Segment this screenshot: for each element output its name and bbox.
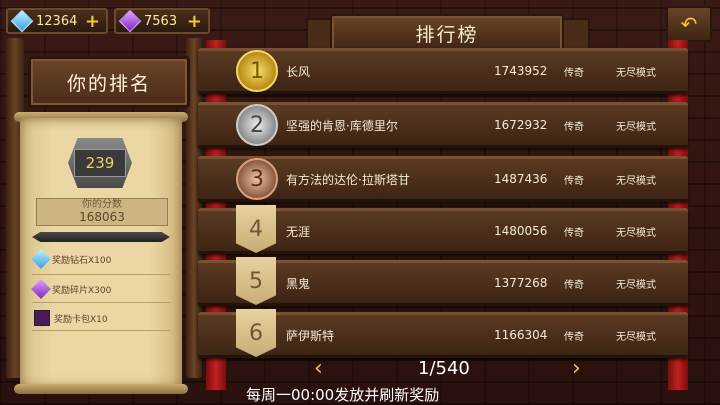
diamond-icon xyxy=(31,249,51,269)
player-tier: 传奇 xyxy=(564,331,584,343)
back-button[interactable]: ↶ xyxy=(666,6,712,42)
player-tier: 传奇 xyxy=(564,67,584,79)
rank-scroll-panel: 239 你的分数 168063 奖励钻石X100 奖励碎片X300 奖励卡包X1… xyxy=(20,118,182,388)
reward-item: 奖励碎片X300 xyxy=(31,279,112,299)
pagination: ‹ 1/540 › xyxy=(300,356,600,382)
silver-medal-icon: 2 xyxy=(236,104,278,146)
player-score: 1377268 xyxy=(494,276,548,290)
player-score: 1743952 xyxy=(494,64,548,78)
rank-badge: 239 xyxy=(68,138,132,188)
player-tier: 传奇 xyxy=(564,279,584,291)
bronze-medal-icon: 3 xyxy=(236,158,278,200)
player-tier: 传奇 xyxy=(564,175,584,187)
player-score: 1487436 xyxy=(494,172,548,186)
player-tier: 传奇 xyxy=(564,227,584,239)
player-score: 1672932 xyxy=(494,118,548,132)
player-score: 1166304 xyxy=(494,328,548,342)
add-diamonds-button[interactable]: + xyxy=(85,11,100,32)
player-name: 坚强的肯恩·库德里尔 xyxy=(286,118,398,133)
purple-shard-icon xyxy=(31,279,51,299)
player-score: 1480056 xyxy=(494,224,548,238)
back-arrow-icon: ↶ xyxy=(680,12,698,36)
reward-item: 奖励钻石X100 xyxy=(31,249,112,269)
player-name: 无涯 xyxy=(286,224,311,239)
player-tier: 传奇 xyxy=(564,121,584,133)
divider xyxy=(32,274,170,275)
divider-bar xyxy=(32,232,170,242)
score-value: 168063 xyxy=(79,210,125,224)
rank-value: 239 xyxy=(74,149,126,177)
leaderboard-row[interactable]: 4 无涯 1480056 传奇 无尽模式 xyxy=(198,205,688,254)
diamond-currency: 12364 + xyxy=(6,8,108,34)
prev-page-button[interactable]: ‹ xyxy=(314,356,323,381)
player-name: 萨伊斯特 xyxy=(286,328,335,343)
score-box: 你的分数 168063 xyxy=(36,198,168,226)
leaderboard-row[interactable]: 6 萨伊斯特 1166304 传奇 无尽模式 xyxy=(198,309,688,358)
game-mode: 无尽模式 xyxy=(616,175,656,187)
diamond-icon xyxy=(10,9,34,33)
next-page-button[interactable]: › xyxy=(572,356,581,381)
reward-label: 奖励钻石X100 xyxy=(52,255,112,266)
divider xyxy=(32,302,170,303)
divider xyxy=(32,330,170,331)
purple-shard-icon xyxy=(118,9,142,33)
gold-medal-icon: 1 xyxy=(236,50,278,92)
shard-amount: 7563 xyxy=(144,13,178,29)
leaderboard-row[interactable]: 5 黑鬼 1377268 传奇 无尽模式 xyxy=(198,257,688,306)
leaderboard-row[interactable]: 1 长风 1743952 传奇 无尽模式 xyxy=(198,48,688,94)
game-mode: 无尽模式 xyxy=(616,67,656,79)
rank-ribbon-icon: 4 xyxy=(236,205,276,253)
add-shards-button[interactable]: + xyxy=(187,11,202,32)
game-mode: 无尽模式 xyxy=(616,121,656,133)
page-title: 排行榜 xyxy=(330,14,564,52)
rank-ribbon-icon: 6 xyxy=(236,309,276,357)
reward-label: 奖励卡包X10 xyxy=(54,314,108,325)
reward-refresh-notice: 每周一00:00发放并刷新奖励 xyxy=(246,386,440,404)
page-indicator: 1/540 xyxy=(418,358,470,379)
player-name: 有方法的达伦·拉斯塔甘 xyxy=(286,172,410,187)
leaderboard-row[interactable]: 2 坚强的肯恩·库德里尔 1672932 传奇 无尽模式 xyxy=(198,102,688,148)
reward-label: 奖励碎片X300 xyxy=(52,285,112,296)
diamond-amount: 12364 xyxy=(36,13,78,29)
your-rank-sign: 你的排名 xyxy=(28,56,190,108)
rank-ribbon-icon: 5 xyxy=(236,257,276,305)
player-name: 黑鬼 xyxy=(286,276,311,291)
reward-item: 奖励卡包X10 xyxy=(34,310,108,326)
game-mode: 无尽模式 xyxy=(616,279,656,291)
game-mode: 无尽模式 xyxy=(616,227,656,239)
leaderboard-row[interactable]: 3 有方法的达伦·拉斯塔甘 1487436 传奇 无尽模式 xyxy=(198,156,688,202)
card-pack-icon xyxy=(34,310,50,326)
shard-currency: 7563 + xyxy=(114,8,210,34)
game-mode: 无尽模式 xyxy=(616,331,656,343)
scroll-rod-bottom xyxy=(14,384,188,394)
player-name: 长风 xyxy=(286,64,311,79)
